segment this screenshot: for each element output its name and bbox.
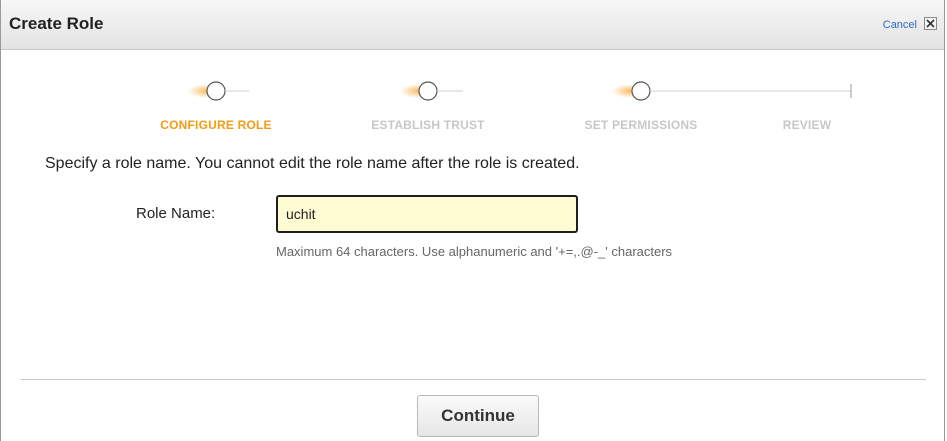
step-label-configure-role: CONFIGURE ROLE bbox=[160, 118, 272, 132]
cancel-link[interactable]: Cancel bbox=[883, 19, 917, 31]
step-label-set-permissions: SET PERMISSIONS bbox=[584, 118, 698, 132]
step-label-review: REVIEW bbox=[782, 118, 832, 132]
role-name-input[interactable] bbox=[276, 195, 578, 233]
create-role-dialog: Create Role Cancel CONFIGURE ROLE ESTABL… bbox=[0, 0, 945, 441]
step-node-set-permissions bbox=[631, 81, 651, 101]
instruction-text: Specify a role name. You cannot edit the… bbox=[45, 155, 580, 172]
dialog-header: Create Role Cancel bbox=[1, 0, 944, 50]
dialog-title: Create Role bbox=[9, 14, 104, 33]
close-icon bbox=[926, 19, 935, 28]
role-name-label: Role Name: bbox=[136, 205, 216, 222]
step-node-establish-trust bbox=[418, 81, 438, 101]
stepper-track bbox=[111, 81, 852, 101]
step-node-configure-role bbox=[206, 81, 226, 101]
footer-divider bbox=[21, 379, 926, 380]
continue-button[interactable]: Continue bbox=[417, 395, 539, 437]
role-name-hint: Maximum 64 characters. Use alphanumeric … bbox=[276, 244, 673, 259]
close-button[interactable] bbox=[924, 17, 937, 30]
step-label-establish-trust: ESTABLISH TRUST bbox=[371, 118, 485, 132]
wizard-stepper: CONFIGURE ROLE ESTABLISH TRUST SET PERMI… bbox=[1, 60, 944, 140]
